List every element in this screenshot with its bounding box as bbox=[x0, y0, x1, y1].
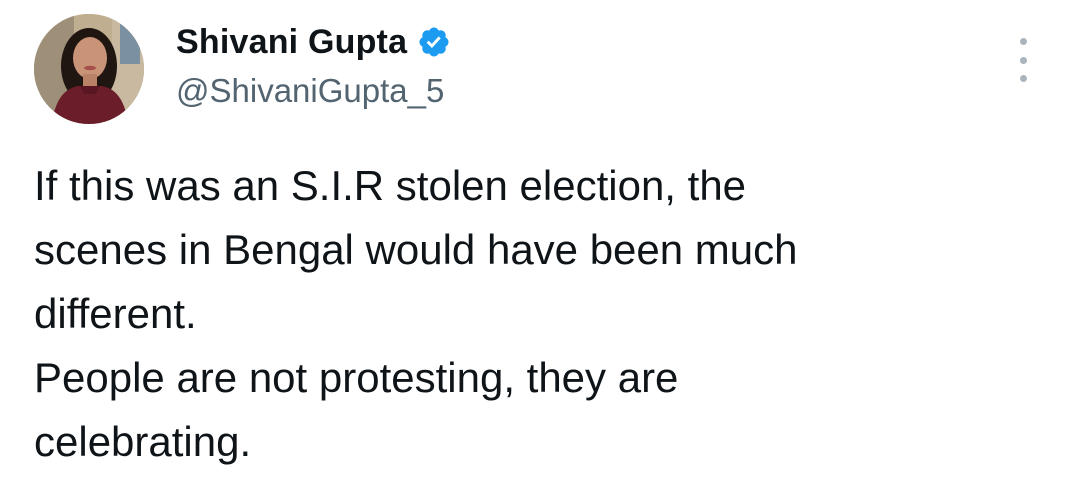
tweet-paragraph: If this was an S.I.R stolen election, th… bbox=[34, 162, 798, 337]
more-dot bbox=[1019, 75, 1027, 82]
more-options-icon[interactable] bbox=[1011, 38, 1035, 82]
more-dot bbox=[1019, 38, 1027, 45]
author-display-name[interactable]: Shivani Gupta bbox=[176, 23, 407, 62]
author-name-row: Shivani Gupta bbox=[176, 20, 451, 64]
profile-photo-icon bbox=[34, 14, 144, 124]
author-handle[interactable]: @ShivaniGupta_5 bbox=[176, 72, 444, 110]
author-avatar[interactable] bbox=[34, 14, 144, 124]
more-dot bbox=[1019, 56, 1027, 64]
verified-badge-icon bbox=[417, 25, 451, 59]
tweet-paragraph: People are not protesting, they are cele… bbox=[34, 354, 679, 465]
tweet-card: Shivani Gupta @ShivaniGupta_5 If this wa… bbox=[0, 0, 1076, 500]
tweet-text: If this was an S.I.R stolen election, th… bbox=[34, 154, 1044, 474]
